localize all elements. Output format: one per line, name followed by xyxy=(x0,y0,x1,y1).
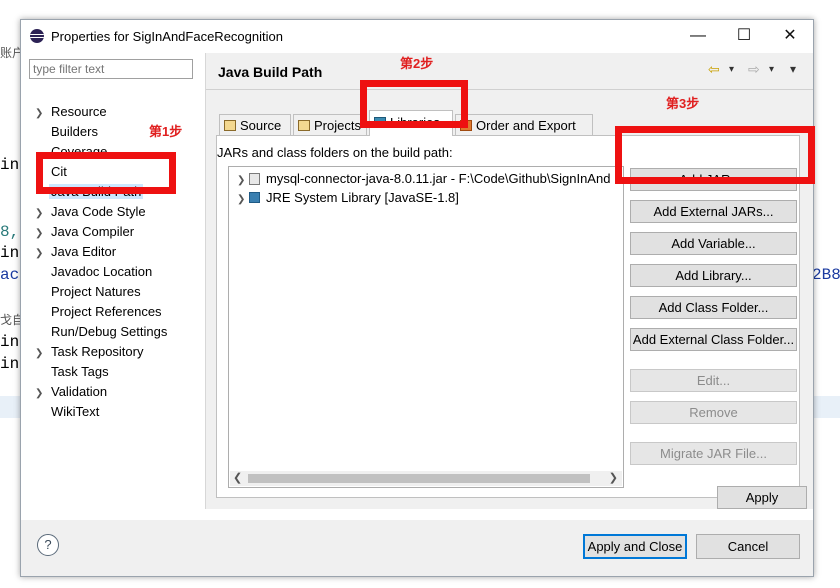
sidebar-item-task-tags[interactable]: Task Tags xyxy=(35,363,111,381)
step3-label: 第3步 xyxy=(666,96,700,111)
sidebar-item-run-debug-settings[interactable]: Run/Debug Settings xyxy=(35,323,169,341)
filter-input[interactable] xyxy=(29,59,193,79)
bg-text: 8, xyxy=(0,223,20,241)
tree-entry-jre-library[interactable]: ❯ JRE System Library [JavaSE-1.8] xyxy=(237,189,459,207)
expand-arrow-icon[interactable]: ❯ xyxy=(35,105,49,123)
entry-label: mysql-connector-java-8.0.11.jar - F:\Cod… xyxy=(266,171,611,186)
add-library-button[interactable]: Add Library... xyxy=(630,264,797,287)
eclipse-icon xyxy=(30,29,44,43)
sidebar-item-label: Task Tags xyxy=(51,364,109,379)
step3-highlight xyxy=(615,126,815,184)
forward-menu-chevron-icon[interactable]: ▾ xyxy=(769,64,774,75)
expand-arrow-icon[interactable]: ❯ xyxy=(35,385,49,403)
step2-highlight xyxy=(360,80,468,128)
dialog-footer: ? Apply and Close Cancel xyxy=(21,520,813,576)
expand-arrow-icon[interactable]: ❯ xyxy=(35,205,49,223)
sidebar-item-wikitext[interactable]: WikiText xyxy=(35,403,101,421)
expand-arrow-icon[interactable]: ❯ xyxy=(35,225,49,243)
title-bar[interactable]: Properties for SigInAndFaceRecognition —… xyxy=(21,20,813,53)
bg-text: in xyxy=(0,333,20,351)
add-external-jars-button[interactable]: Add External JARs... xyxy=(630,200,797,223)
horizontal-scrollbar[interactable]: ❮ ❯ xyxy=(230,471,622,486)
bg-text: in xyxy=(0,156,20,174)
sidebar-item-label: Javadoc Location xyxy=(51,264,153,279)
sidebar-item-validation[interactable]: ❯ Validation xyxy=(35,383,109,401)
sidebar-item-label: Resource xyxy=(51,104,107,119)
expand-arrow-icon[interactable]: ❯ xyxy=(237,191,249,209)
source-folder-icon xyxy=(224,120,236,131)
sidebar-item-label: WikiText xyxy=(51,404,100,419)
step1-highlight xyxy=(36,152,176,194)
sidebar-item-task-repository[interactable]: ❯ Task Repository xyxy=(35,343,145,361)
window-title: Properties for SigInAndFaceRecognition xyxy=(51,29,283,44)
sidebar-item-label: Builders xyxy=(51,124,98,139)
edit-button[interactable]: Edit... xyxy=(630,369,797,392)
sidebar-item-label: Java Editor xyxy=(51,244,117,259)
bg-text: in xyxy=(0,355,20,373)
sidebar-item-label: Java Compiler xyxy=(51,224,135,239)
header-separator xyxy=(206,89,813,90)
tab-label: Order and Export xyxy=(476,118,576,133)
tab-projects[interactable]: Projects xyxy=(293,114,367,135)
tab-order-and-export[interactable]: Order and Export xyxy=(455,114,593,135)
sidebar-item-javadoc-location[interactable]: Javadoc Location xyxy=(35,263,154,281)
forward-arrow-icon[interactable]: ⇨ xyxy=(748,61,760,78)
scroll-left-icon[interactable]: ❮ xyxy=(233,471,242,486)
add-class-folder-button[interactable]: Add Class Folder... xyxy=(630,296,797,319)
bg-text: ac xyxy=(0,266,20,284)
sidebar-item-label: Task Repository xyxy=(51,344,144,359)
migrate-jar-button[interactable]: Migrate JAR File... xyxy=(630,442,797,465)
back-menu-chevron-icon[interactable]: ▾ xyxy=(729,64,734,75)
sidebar-item-resource[interactable]: ❯ Resource xyxy=(35,103,109,121)
step1-label: 第1步 xyxy=(149,124,183,139)
sidebar-item-label: Run/Debug Settings xyxy=(51,324,168,339)
tab-source[interactable]: Source xyxy=(219,114,291,135)
add-variable-button[interactable]: Add Variable... xyxy=(630,232,797,255)
sidebar-item-label: Project References xyxy=(51,304,162,319)
add-external-class-folder-button[interactable]: Add External Class Folder... xyxy=(630,328,797,351)
sidebar-item-java-code-style[interactable]: ❯ Java Code Style xyxy=(35,203,148,221)
tree-entry-mysql-jar[interactable]: ❯ mysql-connector-java-8.0.11.jar - F:\Co… xyxy=(237,170,610,188)
sidebar-item-label: Java Code Style xyxy=(51,204,146,219)
main-pane: Java Build Path ⇦ ▾ ⇨ ▾ ▾ Source Project… xyxy=(206,53,813,509)
minimize-button[interactable]: — xyxy=(675,20,721,52)
projects-icon xyxy=(298,120,310,131)
step2-label: 第2步 xyxy=(400,56,434,71)
entry-label: JRE System Library [JavaSE-1.8] xyxy=(266,190,459,205)
view-menu-icon[interactable]: ▾ xyxy=(790,62,796,76)
sidebar-item-java-editor[interactable]: ❯ Java Editor xyxy=(35,243,118,261)
cancel-button[interactable]: Cancel xyxy=(696,534,800,559)
library-icon xyxy=(249,192,260,203)
sidebar-item-builders[interactable]: Builders xyxy=(35,123,100,141)
build-path-label: JARs and class folders on the build path… xyxy=(217,145,453,160)
build-path-tree[interactable]: ❯ mysql-connector-java-8.0.11.jar - F:\Co… xyxy=(228,166,624,488)
tab-label: Source xyxy=(240,118,282,133)
sidebar-item-java-compiler[interactable]: ❯ Java Compiler xyxy=(35,223,136,241)
bg-text: 2B8 xyxy=(812,266,840,284)
scroll-right-icon[interactable]: ❯ xyxy=(609,471,618,486)
help-icon[interactable]: ? xyxy=(37,534,59,556)
apply-button[interactable]: Apply xyxy=(717,486,807,509)
sidebar-item-project-references[interactable]: Project References xyxy=(35,303,164,321)
sidebar-item-project-natures[interactable]: Project Natures xyxy=(35,283,143,301)
expand-arrow-icon[interactable]: ❯ xyxy=(237,172,249,190)
remove-button[interactable]: Remove xyxy=(630,401,797,424)
apply-and-close-button[interactable]: Apply and Close xyxy=(583,534,687,559)
sidebar-item-label: Project Natures xyxy=(51,284,141,299)
bg-text: in xyxy=(0,244,20,262)
close-button[interactable]: ✕ xyxy=(767,20,813,52)
page-title: Java Build Path xyxy=(218,64,323,80)
sidebar-item-label: Validation xyxy=(51,384,108,399)
jar-icon xyxy=(249,173,260,185)
back-arrow-icon[interactable]: ⇦ xyxy=(708,61,720,78)
scrollbar-thumb[interactable] xyxy=(248,474,590,483)
tab-label: Projects xyxy=(314,118,361,133)
maximize-button[interactable]: ☐ xyxy=(721,20,767,52)
expand-arrow-icon[interactable]: ❯ xyxy=(35,245,49,263)
expand-arrow-icon[interactable]: ❯ xyxy=(35,345,49,363)
